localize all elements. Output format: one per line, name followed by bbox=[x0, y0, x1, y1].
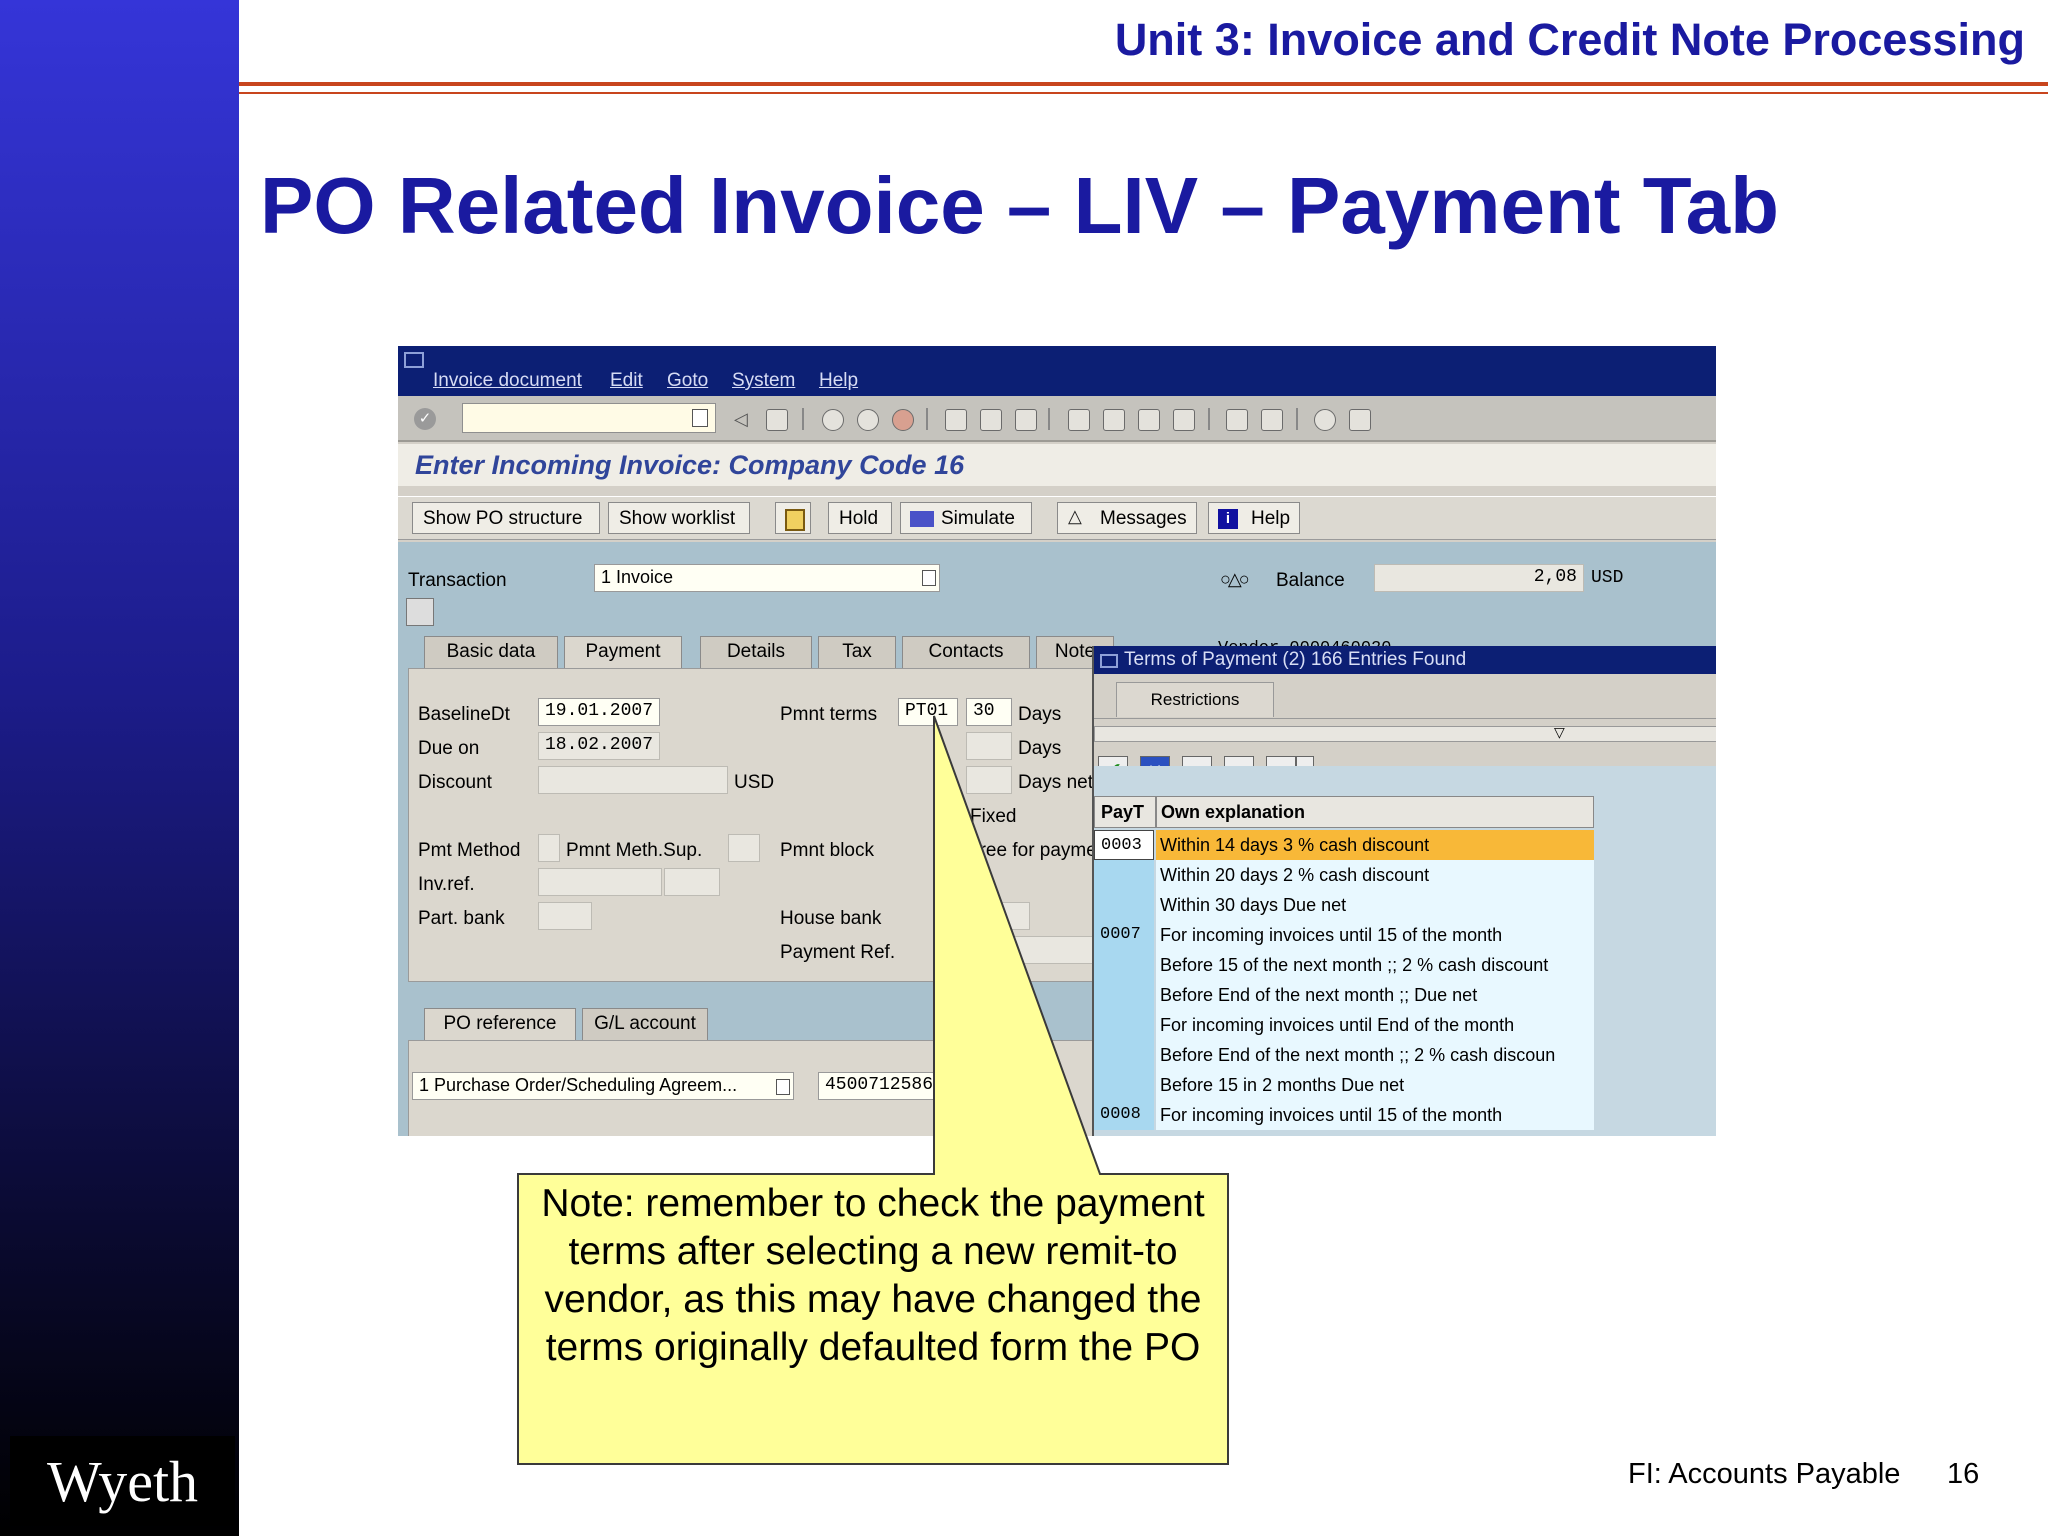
footer-course-name: FI: Accounts Payable bbox=[1628, 1458, 1901, 1490]
page-number: 16 bbox=[1947, 1458, 1980, 1490]
callout-note: Note: remember to check the payment term… bbox=[541, 1182, 1205, 1369]
